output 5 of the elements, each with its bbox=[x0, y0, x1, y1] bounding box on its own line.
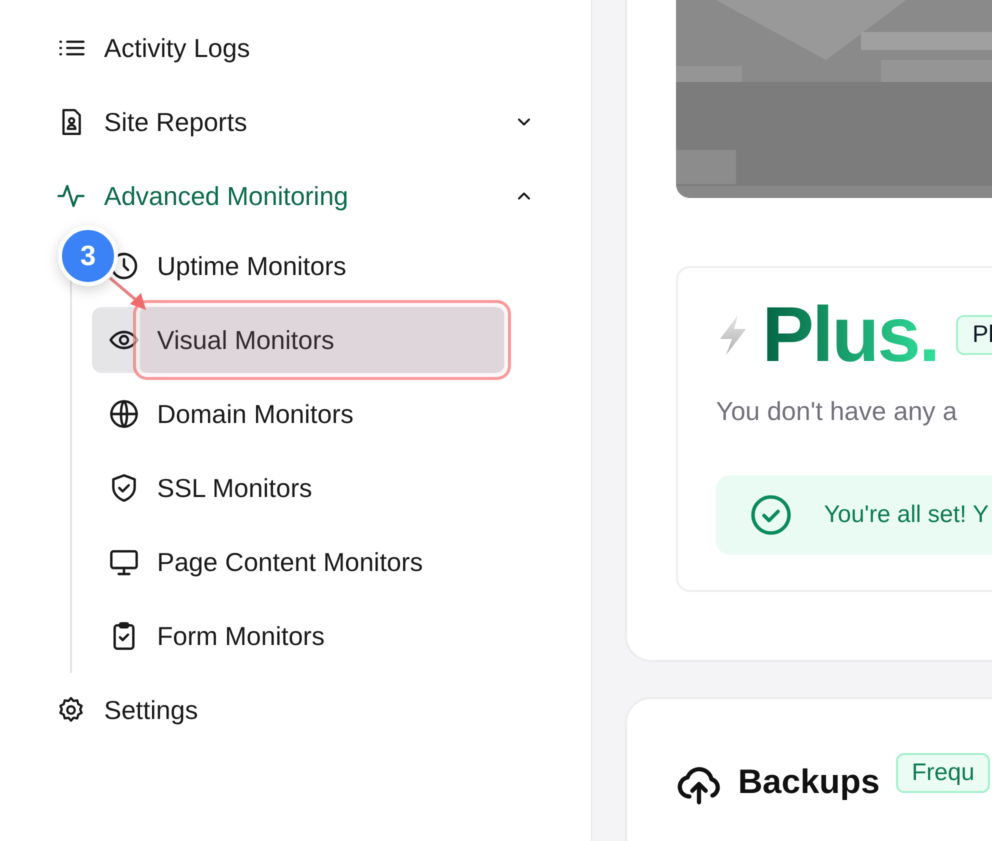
notice-text: You're all set! Y bbox=[824, 500, 989, 529]
frequency-badge: Frequ bbox=[896, 753, 990, 793]
plan-description: You don't have any a bbox=[716, 396, 958, 427]
section-title: Backups bbox=[738, 763, 880, 802]
plan-badge: Pl bbox=[956, 314, 992, 355]
